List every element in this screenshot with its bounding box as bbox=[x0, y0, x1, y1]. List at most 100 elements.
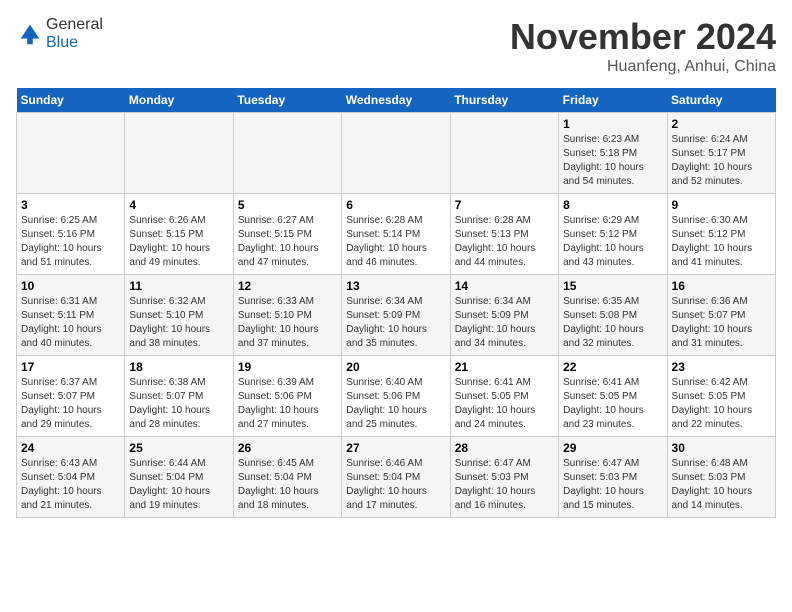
day-info: Sunrise: 6:43 AM Sunset: 5:04 PM Dayligh… bbox=[21, 457, 120, 513]
day-number: 8 bbox=[563, 198, 662, 212]
day-number: 16 bbox=[672, 279, 771, 293]
day-number: 22 bbox=[563, 360, 662, 374]
day-info: Sunrise: 6:31 AM Sunset: 5:11 PM Dayligh… bbox=[21, 295, 120, 351]
calendar-cell: 15 Sunrise: 6:35 AM Sunset: 5:08 PM Dayli… bbox=[559, 275, 667, 356]
calendar-cell: 17 Sunrise: 6:37 AM Sunset: 5:07 PM Dayli… bbox=[17, 356, 125, 437]
calendar-cell: 12 Sunrise: 6:33 AM Sunset: 5:10 PM Dayli… bbox=[233, 275, 341, 356]
day-info: Sunrise: 6:41 AM Sunset: 5:05 PM Dayligh… bbox=[455, 376, 554, 432]
day-number: 13 bbox=[346, 279, 445, 293]
day-info: Sunrise: 6:37 AM Sunset: 5:07 PM Dayligh… bbox=[21, 376, 120, 432]
calendar-cell bbox=[125, 113, 233, 194]
calendar-week-row: 24 Sunrise: 6:43 AM Sunset: 5:04 PM Dayli… bbox=[17, 437, 776, 518]
day-number: 11 bbox=[129, 279, 228, 293]
calendar-title: November 2024 bbox=[510, 16, 776, 58]
logo: General Blue bbox=[16, 16, 103, 52]
day-number: 30 bbox=[672, 441, 771, 455]
calendar-cell: 11 Sunrise: 6:32 AM Sunset: 5:10 PM Dayli… bbox=[125, 275, 233, 356]
calendar-cell: 19 Sunrise: 6:39 AM Sunset: 5:06 PM Dayli… bbox=[233, 356, 341, 437]
day-number: 15 bbox=[563, 279, 662, 293]
day-number: 3 bbox=[21, 198, 120, 212]
day-number: 29 bbox=[563, 441, 662, 455]
day-number: 24 bbox=[21, 441, 120, 455]
logo-icon bbox=[16, 20, 44, 48]
weekday-header-sunday: Sunday bbox=[17, 88, 125, 113]
calendar-cell: 10 Sunrise: 6:31 AM Sunset: 5:11 PM Dayli… bbox=[17, 275, 125, 356]
calendar-cell: 27 Sunrise: 6:46 AM Sunset: 5:04 PM Dayli… bbox=[342, 437, 450, 518]
calendar-table: SundayMondayTuesdayWednesdayThursdayFrid… bbox=[16, 88, 776, 518]
logo-blue-text: Blue bbox=[46, 34, 78, 51]
day-number: 4 bbox=[129, 198, 228, 212]
day-number: 20 bbox=[346, 360, 445, 374]
day-info: Sunrise: 6:34 AM Sunset: 5:09 PM Dayligh… bbox=[346, 295, 445, 351]
day-number: 9 bbox=[672, 198, 771, 212]
day-info: Sunrise: 6:38 AM Sunset: 5:07 PM Dayligh… bbox=[129, 376, 228, 432]
calendar-cell: 14 Sunrise: 6:34 AM Sunset: 5:09 PM Dayli… bbox=[450, 275, 558, 356]
calendar-cell bbox=[450, 113, 558, 194]
day-info: Sunrise: 6:30 AM Sunset: 5:12 PM Dayligh… bbox=[672, 214, 771, 270]
logo-general-text: General bbox=[46, 16, 103, 33]
day-number: 14 bbox=[455, 279, 554, 293]
page-header: General Blue November 2024 Huanfeng, Anh… bbox=[16, 16, 776, 76]
day-info: Sunrise: 6:25 AM Sunset: 5:16 PM Dayligh… bbox=[21, 214, 120, 270]
day-number: 25 bbox=[129, 441, 228, 455]
calendar-cell bbox=[17, 113, 125, 194]
day-info: Sunrise: 6:27 AM Sunset: 5:15 PM Dayligh… bbox=[238, 214, 337, 270]
day-number: 2 bbox=[672, 117, 771, 131]
calendar-cell: 5Sunrise: 6:27 AM Sunset: 5:15 PM Daylig… bbox=[233, 194, 341, 275]
calendar-cell: 25 Sunrise: 6:44 AM Sunset: 5:04 PM Dayli… bbox=[125, 437, 233, 518]
calendar-cell: 23 Sunrise: 6:42 AM Sunset: 5:05 PM Dayli… bbox=[667, 356, 775, 437]
day-info: Sunrise: 6:35 AM Sunset: 5:08 PM Dayligh… bbox=[563, 295, 662, 351]
calendar-cell: 29 Sunrise: 6:47 AM Sunset: 5:03 PM Dayli… bbox=[559, 437, 667, 518]
calendar-cell: 1Sunrise: 6:23 AM Sunset: 5:18 PM Daylig… bbox=[559, 113, 667, 194]
calendar-cell: 20 Sunrise: 6:40 AM Sunset: 5:06 PM Dayli… bbox=[342, 356, 450, 437]
day-number: 6 bbox=[346, 198, 445, 212]
day-info: Sunrise: 6:42 AM Sunset: 5:05 PM Dayligh… bbox=[672, 376, 771, 432]
day-info: Sunrise: 6:47 AM Sunset: 5:03 PM Dayligh… bbox=[563, 457, 662, 513]
calendar-cell: 8Sunrise: 6:29 AM Sunset: 5:12 PM Daylig… bbox=[559, 194, 667, 275]
weekday-header-row: SundayMondayTuesdayWednesdayThursdayFrid… bbox=[17, 88, 776, 113]
calendar-week-row: 3 Sunrise: 6:25 AM Sunset: 5:16 PM Daylig… bbox=[17, 194, 776, 275]
day-number: 7 bbox=[455, 198, 554, 212]
calendar-week-row: 17 Sunrise: 6:37 AM Sunset: 5:07 PM Dayli… bbox=[17, 356, 776, 437]
calendar-cell: 30 Sunrise: 6:48 AM Sunset: 5:03 PM Dayli… bbox=[667, 437, 775, 518]
weekday-header-tuesday: Tuesday bbox=[233, 88, 341, 113]
day-number: 28 bbox=[455, 441, 554, 455]
calendar-cell: 22Sunrise: 6:41 AM Sunset: 5:05 PM Dayli… bbox=[559, 356, 667, 437]
day-info: Sunrise: 6:33 AM Sunset: 5:10 PM Dayligh… bbox=[238, 295, 337, 351]
calendar-cell: 13 Sunrise: 6:34 AM Sunset: 5:09 PM Dayli… bbox=[342, 275, 450, 356]
day-number: 17 bbox=[21, 360, 120, 374]
calendar-cell: 2 Sunrise: 6:24 AM Sunset: 5:17 PM Daylig… bbox=[667, 113, 775, 194]
calendar-header: November 2024 Huanfeng, Anhui, China bbox=[510, 16, 776, 76]
calendar-cell bbox=[342, 113, 450, 194]
day-info: Sunrise: 6:45 AM Sunset: 5:04 PM Dayligh… bbox=[238, 457, 337, 513]
day-info: Sunrise: 6:32 AM Sunset: 5:10 PM Dayligh… bbox=[129, 295, 228, 351]
calendar-cell: 26 Sunrise: 6:45 AM Sunset: 5:04 PM Dayli… bbox=[233, 437, 341, 518]
calendar-cell: 4Sunrise: 6:26 AM Sunset: 5:15 PM Daylig… bbox=[125, 194, 233, 275]
day-number: 10 bbox=[21, 279, 120, 293]
day-number: 12 bbox=[238, 279, 337, 293]
day-info: Sunrise: 6:34 AM Sunset: 5:09 PM Dayligh… bbox=[455, 295, 554, 351]
weekday-header-monday: Monday bbox=[125, 88, 233, 113]
day-info: Sunrise: 6:46 AM Sunset: 5:04 PM Dayligh… bbox=[346, 457, 445, 513]
calendar-cell: 9 Sunrise: 6:30 AM Sunset: 5:12 PM Daylig… bbox=[667, 194, 775, 275]
weekday-header-wednesday: Wednesday bbox=[342, 88, 450, 113]
day-info: Sunrise: 6:47 AM Sunset: 5:03 PM Dayligh… bbox=[455, 457, 554, 513]
day-number: 26 bbox=[238, 441, 337, 455]
day-number: 23 bbox=[672, 360, 771, 374]
calendar-cell: 3 Sunrise: 6:25 AM Sunset: 5:16 PM Daylig… bbox=[17, 194, 125, 275]
day-number: 1 bbox=[563, 117, 662, 131]
calendar-cell: 16 Sunrise: 6:36 AM Sunset: 5:07 PM Dayli… bbox=[667, 275, 775, 356]
calendar-week-row: 10 Sunrise: 6:31 AM Sunset: 5:11 PM Dayli… bbox=[17, 275, 776, 356]
day-info: Sunrise: 6:48 AM Sunset: 5:03 PM Dayligh… bbox=[672, 457, 771, 513]
day-number: 19 bbox=[238, 360, 337, 374]
calendar-cell bbox=[233, 113, 341, 194]
day-info: Sunrise: 6:39 AM Sunset: 5:06 PM Dayligh… bbox=[238, 376, 337, 432]
day-number: 27 bbox=[346, 441, 445, 455]
day-number: 18 bbox=[129, 360, 228, 374]
day-info: Sunrise: 6:40 AM Sunset: 5:06 PM Dayligh… bbox=[346, 376, 445, 432]
calendar-cell: 24 Sunrise: 6:43 AM Sunset: 5:04 PM Dayli… bbox=[17, 437, 125, 518]
day-info: Sunrise: 6:36 AM Sunset: 5:07 PM Dayligh… bbox=[672, 295, 771, 351]
day-info: Sunrise: 6:44 AM Sunset: 5:04 PM Dayligh… bbox=[129, 457, 228, 513]
day-info: Sunrise: 6:24 AM Sunset: 5:17 PM Dayligh… bbox=[672, 133, 771, 189]
calendar-cell: 6Sunrise: 6:28 AM Sunset: 5:14 PM Daylig… bbox=[342, 194, 450, 275]
